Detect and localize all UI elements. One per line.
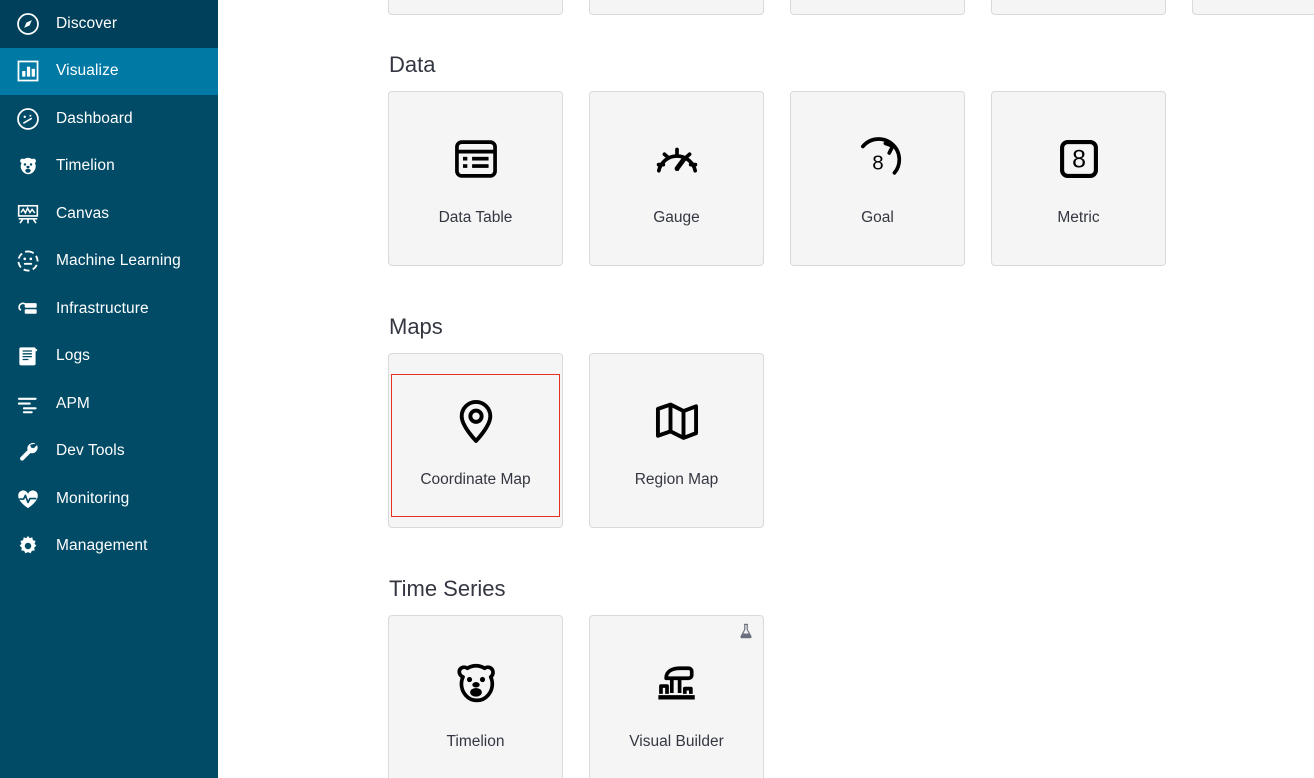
vis-card-region-map[interactable]: Region Map <box>589 353 764 528</box>
sidebar-item-machine-learning[interactable]: Machine Learning <box>0 238 218 286</box>
vis-card-goal[interactable]: 8 Goal <box>790 91 965 266</box>
vis-card-coordinate-map[interactable]: Coordinate Map <box>388 353 563 528</box>
sidebar-item-label: Infrastructure <box>56 299 149 317</box>
visual-builder-icon <box>649 655 705 711</box>
vis-card-data-table[interactable]: Data Table <box>388 91 563 266</box>
vis-card-label: Gauge <box>653 208 700 226</box>
section-data: Data Data Table Gauge 8 Goal 8 Metric <box>388 0 1314 266</box>
apm-icon <box>0 391 56 417</box>
sidebar-item-dev-tools[interactable]: Dev Tools <box>0 428 218 476</box>
vis-card-label: Metric <box>1057 208 1100 226</box>
section-maps: Maps Coordinate Map Region Map <box>388 266 1314 528</box>
infrastructure-icon <box>0 296 56 322</box>
section-heading: Time Series <box>389 576 506 601</box>
sidebar-item-label: Dashboard <box>56 109 133 127</box>
sidebar-item-dashboard[interactable]: Dashboard <box>0 95 218 143</box>
sidebar-item-monitoring[interactable]: Monitoring <box>0 475 218 523</box>
sidebar-filler <box>0 570 218 778</box>
sidebar-item-canvas[interactable]: Canvas <box>0 190 218 238</box>
partial-card[interactable] <box>991 0 1166 15</box>
sidebar-item-visualize[interactable]: Visualize <box>0 47 218 95</box>
card-grid: Timelion Visual Builder <box>388 615 1314 778</box>
vis-card-label: Region Map <box>634 470 719 488</box>
compass-icon <box>0 11 56 37</box>
sidebar-item-label: Dev Tools <box>56 442 125 460</box>
sidebar-item-management[interactable]: Management <box>0 523 218 571</box>
partial-card[interactable] <box>790 0 965 15</box>
vis-card-gauge[interactable]: Gauge <box>589 91 764 266</box>
card-grid: Data Table Gauge 8 Goal 8 Metric <box>388 91 1314 266</box>
vis-card-label: Visual Builder <box>629 732 724 750</box>
sidebar-item-apm[interactable]: APM <box>0 380 218 428</box>
partial-card-row-above <box>388 0 1314 15</box>
experimental-beaker-icon <box>737 622 755 640</box>
sidebar-item-label: Canvas <box>56 204 110 222</box>
goal-icon: 8 <box>850 131 906 187</box>
sidebar-item-label: APM <box>56 394 90 412</box>
sidebar-item-logs[interactable]: Logs <box>0 333 218 381</box>
canvas-icon <box>0 201 56 227</box>
sidebar-item-label: Management <box>56 537 148 555</box>
gauge-icon <box>649 131 705 187</box>
svg-text:8: 8 <box>872 151 883 174</box>
vis-card-metric[interactable]: 8 Metric <box>991 91 1166 266</box>
vis-card-label: Goal <box>861 208 894 226</box>
app-root: Discover Visualize Dashboard Timelion Ca… <box>0 0 1314 778</box>
visualization-type-list: Data Data Table Gauge 8 Goal 8 Metric Ma… <box>218 0 1314 778</box>
partial-card[interactable] <box>589 0 764 15</box>
sidebar-item-label: Monitoring <box>56 489 130 507</box>
sidebar-item-label: Visualize <box>56 62 119 80</box>
sidebar-item-label: Timelion <box>56 157 115 175</box>
folded-map-icon <box>649 393 705 449</box>
heartbeat-icon <box>0 486 56 512</box>
sidebar-item-timelion[interactable]: Timelion <box>0 143 218 191</box>
vis-card-label: Data Table <box>438 208 513 226</box>
map-marker-icon <box>448 393 504 449</box>
sidebar-item-discover[interactable]: Discover <box>0 0 218 48</box>
machine-learning-icon <box>0 248 56 274</box>
section-heading: Data <box>389 52 436 77</box>
partial-card[interactable] <box>388 0 563 15</box>
sidebar-item-infrastructure[interactable]: Infrastructure <box>0 285 218 333</box>
card-grid: Coordinate Map Region Map <box>388 353 1314 528</box>
vis-card-timelion[interactable]: Timelion <box>388 615 563 778</box>
vis-card-label: Coordinate Map <box>420 470 531 488</box>
bear-icon <box>448 655 504 711</box>
section-heading: Maps <box>389 314 443 339</box>
wrench-icon <box>0 438 56 464</box>
sidebar: Discover Visualize Dashboard Timelion Ca… <box>0 0 218 778</box>
vis-card-visual-builder[interactable]: Visual Builder <box>589 615 764 778</box>
data-table-icon <box>448 131 504 187</box>
logs-icon <box>0 343 56 369</box>
sidebar-item-label: Discover <box>56 14 118 32</box>
dashboard-icon <box>0 106 56 132</box>
sidebar-item-label: Logs <box>56 347 91 365</box>
partial-card[interactable] <box>1192 0 1314 15</box>
gear-icon <box>0 533 56 559</box>
vis-card-label: Timelion <box>446 732 505 750</box>
metric-icon: 8 <box>1051 131 1107 187</box>
bear-icon <box>0 153 56 179</box>
section-time-series: Time Series Timelion Visual Builder <box>388 528 1314 778</box>
sidebar-item-label: Machine Learning <box>56 252 181 270</box>
bar-chart-icon <box>0 58 56 84</box>
svg-text:8: 8 <box>1072 145 1086 173</box>
